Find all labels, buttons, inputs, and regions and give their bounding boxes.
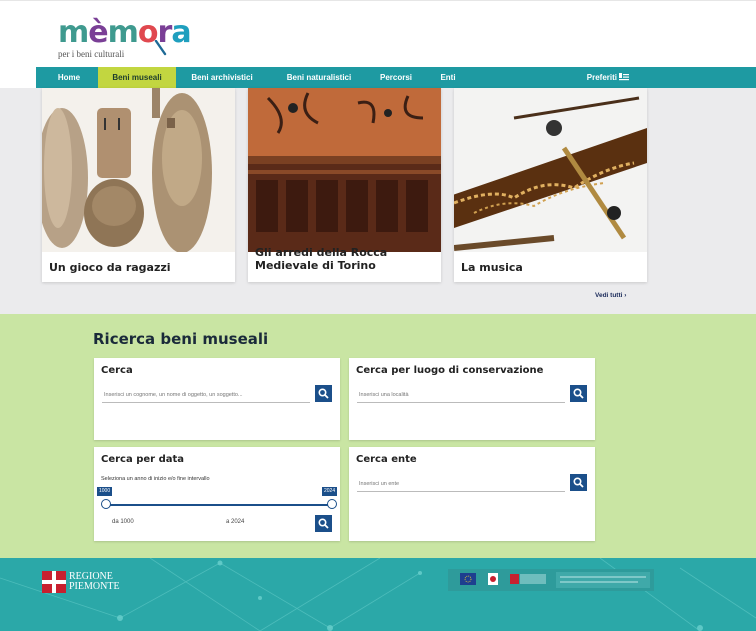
search-button[interactable]	[570, 385, 587, 402]
slider-max-tag: 2024	[322, 487, 338, 496]
slider-handle-start[interactable]	[101, 499, 111, 509]
eu-funding-logos	[448, 569, 654, 591]
nav-home[interactable]: Home	[44, 67, 94, 88]
logo-wordmark: mèmora	[58, 15, 192, 50]
nav-beni-museali[interactable]: Beni museali	[98, 67, 176, 88]
box-title: Cerca per luogo di conservazione	[356, 365, 544, 376]
slider-min-tag: 1000	[97, 487, 113, 496]
date-range-track[interactable]	[105, 504, 333, 506]
search-icon	[318, 388, 329, 399]
logo-stroke-icon	[154, 40, 167, 56]
card-arredi-rocca[interactable]: Gli arredi della Rocca Medievale di Tori…	[248, 88, 441, 282]
nav-preferiti[interactable]: Preferiti	[580, 67, 636, 88]
card-image-furniture	[248, 88, 441, 252]
main-nav: Home Beni museali Beni archivistici Beni…	[36, 67, 756, 88]
logo-subtitle: per i beni culturali	[58, 49, 125, 59]
see-all-label: Vedi tutti	[595, 292, 623, 299]
range-to-label: a 2024	[226, 519, 245, 525]
card-musica[interactable]: La musica	[454, 88, 647, 282]
site-header: mèmora per i beni culturali	[0, 0, 756, 67]
ente-input[interactable]	[357, 476, 565, 492]
memora-logo[interactable]: mèmora per i beni culturali	[58, 15, 192, 62]
search-button[interactable]	[570, 474, 587, 491]
card-image-instruments	[454, 88, 647, 252]
card-gioco-ragazzi[interactable]: Un gioco da ragazzi	[42, 88, 235, 282]
search-button[interactable]	[315, 515, 332, 532]
chevron-right-icon: ›	[624, 292, 627, 299]
search-section-title: Ricerca beni museali	[93, 330, 269, 348]
search-box-cerca: Cerca	[94, 358, 340, 440]
preferiti-label: Preferiti	[586, 73, 617, 82]
slider-handle-end[interactable]	[327, 499, 337, 509]
search-box-ente: Cerca ente	[349, 447, 595, 541]
search-input[interactable]	[102, 387, 310, 403]
nav-beni-archivistici[interactable]: Beni archivistici	[181, 67, 263, 88]
box-title: Cerca ente	[356, 454, 417, 465]
search-icon	[573, 388, 584, 399]
range-from-label: da 1000	[112, 519, 134, 525]
date-hint: Seleziona un anno di inizio e/o fine int…	[101, 476, 210, 482]
see-all-link[interactable]: Vedi tutti ›	[595, 292, 626, 299]
card-title: Gli arredi della Rocca Medievale di Tori…	[255, 246, 388, 272]
regione-text: REGIONE PIEMONTE	[69, 572, 120, 592]
site-footer: REGIONE PIEMONTE	[0, 558, 756, 631]
card-title: La musica	[461, 261, 523, 274]
search-icon	[573, 477, 584, 488]
featured-cards-section: Un gioco da ragazzi Gli arredi della Roc…	[0, 88, 756, 314]
location-input[interactable]	[357, 387, 565, 403]
nav-enti[interactable]: Enti	[434, 67, 462, 88]
regione-line2: PIEMONTE	[69, 581, 120, 592]
search-box-data: Cerca per data Seleziona un anno di iniz…	[94, 447, 340, 541]
search-icon	[318, 518, 329, 529]
bookmark-list-icon	[619, 73, 630, 81]
regione-piemonte-logo[interactable]: REGIONE PIEMONTE	[42, 571, 120, 598]
card-title: Un gioco da ragazzi	[49, 261, 171, 274]
search-button[interactable]	[315, 385, 332, 402]
card-image-toys	[42, 88, 235, 252]
regione-flag-icon	[42, 571, 66, 593]
box-title: Cerca	[101, 365, 133, 376]
search-section: Ricerca beni museali Cerca Cerca per luo…	[0, 314, 756, 558]
nav-beni-naturalistici[interactable]: Beni naturalistici	[276, 67, 362, 88]
search-box-luogo: Cerca per luogo di conservazione	[349, 358, 595, 440]
nav-percorsi[interactable]: Percorsi	[374, 67, 418, 88]
box-title: Cerca per data	[101, 454, 184, 465]
